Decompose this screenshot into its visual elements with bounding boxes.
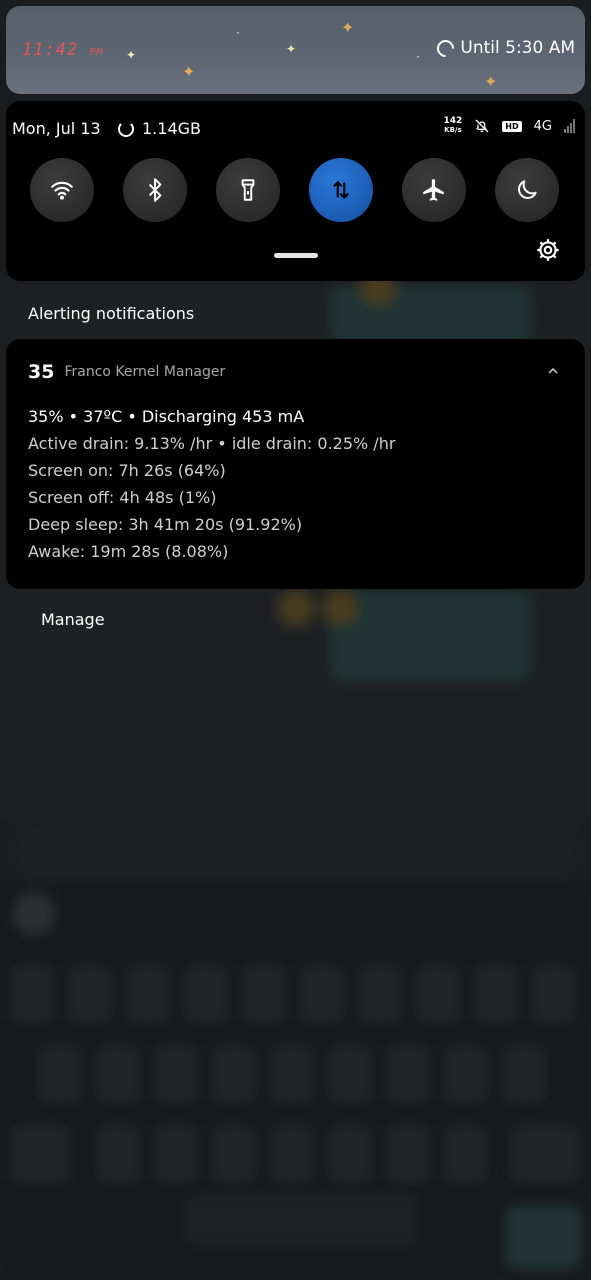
tile-flashlight[interactable] <box>216 158 280 222</box>
notification-card[interactable]: 35 Franco Kernel Manager 35% • 37ºC • Di… <box>6 339 585 589</box>
net-speed: 142 KB/s <box>444 117 463 135</box>
hd-badge: HD <box>502 120 522 132</box>
wifi-icon <box>51 181 73 200</box>
sparkle-icon: ✦ <box>126 48 137 62</box>
net-speed-value: 142 <box>443 116 463 126</box>
notification-line: Awake: 19m 28s (8.08%) <box>28 542 229 561</box>
manage-button[interactable]: Manage <box>41 610 105 629</box>
gear-icon[interactable] <box>535 237 561 263</box>
net-speed-unit: KB/s <box>444 126 462 134</box>
tile-wifi[interactable] <box>30 158 94 222</box>
memory-indicator[interactable]: 1.14GB <box>118 119 201 138</box>
clock-time: 11:42 <box>22 40 79 60</box>
notification-line: Screen off: 4h 48s (1%) <box>28 488 217 507</box>
moon-icon <box>518 180 537 199</box>
quick-settings-panel: Mon, Jul 13 1.14GB 142 KB/s HD 4G <box>6 101 585 281</box>
notification-app-name: Franco Kernel Manager <box>64 364 226 380</box>
sparkle-icon: ✦ <box>484 72 498 91</box>
memory-value: 1.14GB <box>142 119 201 138</box>
network-type: 4G <box>533 118 552 134</box>
alarm-indicator[interactable]: Until 5:30 AM <box>433 35 575 61</box>
clock-ampm: PM <box>89 47 104 58</box>
chevron-up-icon[interactable] <box>547 365 559 377</box>
sparkle-icon: ✦ <box>286 42 297 56</box>
tile-airplane-mode[interactable] <box>402 158 466 222</box>
sparkle-icon: ✦ <box>182 62 196 81</box>
sparkle-icon: · <box>416 50 420 64</box>
status-icons: 142 KB/s HD 4G <box>444 117 575 135</box>
signal-icon <box>564 119 575 133</box>
tile-bluetooth[interactable] <box>123 158 187 222</box>
bluetooth-icon <box>148 178 162 202</box>
airplane-icon <box>423 179 444 201</box>
shade-header: ✦ · ✦ ✦ ✦ · ✦ 11:42 PM Until 5:30 AM <box>6 6 585 94</box>
tile-mobile-data[interactable] <box>309 158 373 222</box>
notification-body: 35% • 37ºC • Discharging 453 mA Active d… <box>28 403 395 565</box>
notification-header: 35 Franco Kernel Manager <box>28 361 225 383</box>
data-arrows-icon <box>333 180 349 200</box>
memory-ring-icon <box>118 120 134 137</box>
sparkle-icon: · <box>236 26 240 40</box>
flashlight-icon <box>241 179 255 201</box>
notification-line: Deep sleep: 3h 41m 20s (91.92%) <box>28 515 303 534</box>
section-title: Alerting notifications <box>28 304 195 323</box>
alarm-icon <box>433 35 458 61</box>
date-label[interactable]: Mon, Jul 13 <box>12 119 101 138</box>
bell-off-icon <box>475 119 489 133</box>
quick-tiles <box>30 158 561 222</box>
notification-line: 35% • 37ºC • Discharging 453 mA <box>28 407 305 426</box>
drag-handle[interactable] <box>274 253 318 258</box>
notification-app-icon-number: 35 <box>28 361 55 383</box>
sparkle-icon: ✦ <box>341 18 355 37</box>
notification-line: Active drain: 9.13% /hr • idle drain: 0.… <box>28 434 396 453</box>
tile-dark-mode[interactable] <box>495 158 559 222</box>
alarm-text: Until 5:30 AM <box>460 38 575 58</box>
clock[interactable]: 11:42 PM <box>22 40 103 60</box>
notification-line: Screen on: 7h 26s (64%) <box>28 461 226 480</box>
